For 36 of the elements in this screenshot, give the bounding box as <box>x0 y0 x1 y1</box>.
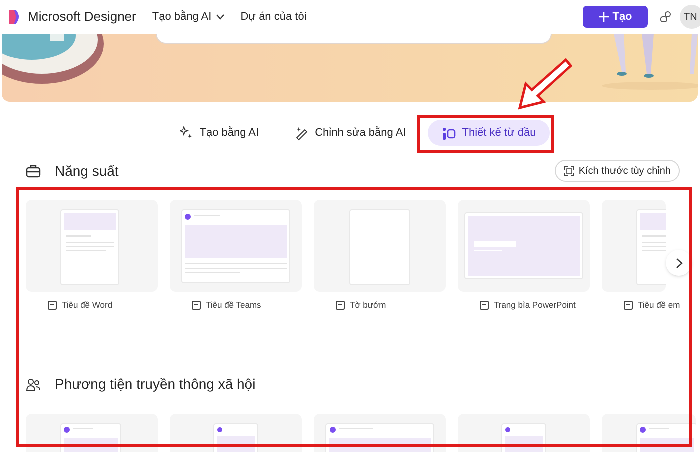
mode-tab[interactable]: Tạo bằng AI <box>166 120 274 146</box>
document-icon <box>336 300 346 311</box>
template-label[interactable]: Tiêu đề Teams <box>206 299 262 312</box>
document-icon <box>624 300 634 311</box>
section-title: Năng suất <box>55 162 119 181</box>
template-label[interactable]: Tiêu đề em <box>638 299 680 312</box>
nav-link[interactable]: Tạo bằng AI <box>152 8 225 26</box>
document-icon <box>192 300 202 311</box>
template-thumbnail[interactable] <box>602 200 666 292</box>
logo-icon <box>8 9 22 25</box>
mode-tab[interactable]: Chỉnh sửa bằng AI <box>281 120 420 146</box>
sparkle-icon <box>180 126 194 140</box>
template-label[interactable]: Trang bìa PowerPoint <box>494 299 576 312</box>
people-icon <box>26 378 41 392</box>
document-icon <box>480 300 490 311</box>
search-field[interactable] <box>156 34 552 44</box>
arrow-drawing <box>518 58 572 110</box>
create-button[interactable]: Tạo <box>583 6 648 28</box>
plus-icon <box>598 12 609 22</box>
template-label[interactable]: Tờ bướm <box>350 299 386 312</box>
template-label[interactable]: Tiêu đề Word <box>62 299 113 312</box>
wand-icon <box>295 126 310 140</box>
document-icon <box>48 300 58 311</box>
layout-icon <box>442 126 456 140</box>
section-title: Phương tiện truyền thông xã hội <box>55 375 256 394</box>
mode-tab[interactable]: Thiết kế từ đầu <box>428 120 550 146</box>
avatar[interactable]: TN <box>680 5 700 29</box>
custom-size-button[interactable]: Kích thước tùy chỉnh <box>554 160 680 182</box>
share-icon[interactable] <box>660 11 672 23</box>
resize-icon <box>564 166 575 176</box>
template-thumbnail[interactable] <box>170 200 302 292</box>
nav-link[interactable]: Dự án của tôi <box>240 8 307 26</box>
chevron-right-icon <box>676 258 682 268</box>
briefcase-icon <box>26 164 41 178</box>
template-thumbnail[interactable] <box>26 200 158 292</box>
app-name[interactable]: Microsoft Designer <box>28 7 136 27</box>
